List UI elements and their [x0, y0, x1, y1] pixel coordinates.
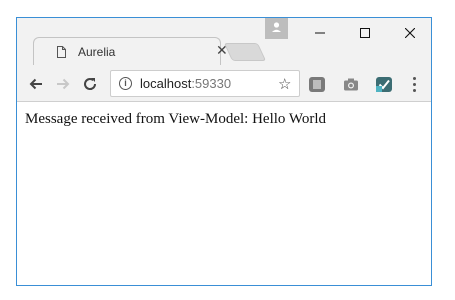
url-port: :59330 — [191, 76, 232, 91]
reload-icon — [84, 78, 97, 90]
menu-dots-icon[interactable] — [409, 74, 419, 94]
title-bar: Aurelia ✕ — [17, 18, 431, 66]
maximize-icon — [359, 28, 370, 38]
browser-toolbar: i localhost:59330 ☆ — [17, 65, 431, 102]
bookmark-star-icon[interactable]: ☆ — [278, 75, 291, 93]
tab-aurelia[interactable]: Aurelia ✕ — [33, 37, 228, 66]
reload-button[interactable] — [81, 75, 99, 93]
forward-arrow-icon — [57, 78, 70, 90]
address-url: localhost:59330 — [140, 76, 231, 91]
back-arrow-icon — [29, 78, 42, 90]
person-icon — [272, 22, 281, 32]
camera-icon[interactable] — [343, 77, 359, 92]
address-bar[interactable]: i localhost:59330 ☆ — [110, 70, 300, 97]
extension-icon[interactable] — [309, 77, 325, 92]
browser-window: Aurelia ✕ i localhost:59330 ☆ Message re… — [16, 17, 432, 286]
new-tab-button[interactable] — [223, 43, 267, 61]
page-icon — [57, 46, 66, 58]
info-icon[interactable]: i — [119, 77, 132, 90]
page-content: Message received from View-Model: Hello … — [17, 102, 431, 285]
url-host: localhost — [140, 76, 192, 91]
tab-title: Aurelia — [78, 45, 116, 59]
back-button[interactable] — [27, 75, 45, 93]
close-icon — [404, 28, 415, 38]
minimize-icon — [314, 32, 325, 34]
minimize-button[interactable] — [297, 18, 342, 48]
forward-button[interactable] — [54, 75, 72, 93]
close-window-button[interactable] — [387, 18, 431, 48]
checkmark-extension-icon[interactable] — [376, 77, 392, 92]
profile-button[interactable] — [265, 18, 288, 39]
view-model-message: Message received from View-Model: Hello … — [25, 111, 327, 127]
maximize-button[interactable] — [342, 18, 387, 48]
